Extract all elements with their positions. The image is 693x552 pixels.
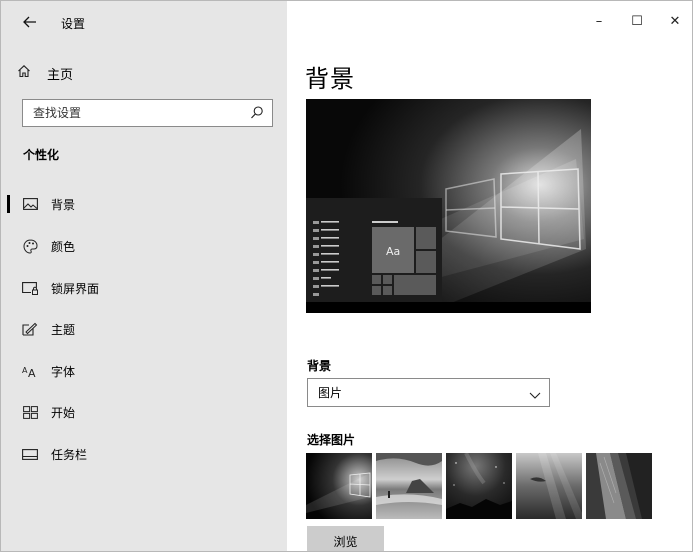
sidebar-item-start[interactable]: 开始: [1, 395, 287, 429]
sidebar-item-label: 锁屏界面: [51, 281, 100, 296]
picture-thumbnails: [306, 453, 652, 519]
sidebar-item-colors[interactable]: 颜色: [1, 229, 287, 263]
thumbnail-night-sky[interactable]: [446, 453, 512, 519]
main-content: – ☐ ✕ 背景 Aa 背景 图片 选择图片 浏览: [287, 1, 692, 551]
sidebar-item-label: 任务栏: [51, 447, 88, 462]
sidebar-item-label: 开始: [51, 405, 76, 420]
sidebar-item-label: 背景: [51, 197, 76, 212]
font-icon: AA: [21, 362, 39, 380]
sidebar-item-label: 主题: [51, 322, 76, 337]
minimize-icon: –: [595, 13, 603, 29]
close-icon: ✕: [669, 13, 681, 29]
select-value: 图片: [318, 386, 343, 400]
back-arrow-icon[interactable]: [19, 11, 41, 33]
chevron-down-icon: [529, 386, 541, 399]
sidebar-item-home[interactable]: 主页: [17, 61, 267, 85]
choose-picture-label: 选择图片: [307, 433, 356, 447]
title-bar-left: 设置: [1, 1, 287, 41]
sidebar-item-label: 颜色: [51, 239, 76, 254]
section-title: 个性化: [23, 148, 60, 162]
theme-brush-icon: [21, 320, 39, 338]
svg-text:A: A: [28, 367, 36, 378]
window-controls: – ☐ ✕: [580, 1, 692, 41]
lock-screen-icon: [21, 279, 39, 297]
browse-button[interactable]: 浏览: [307, 526, 384, 551]
search-icon[interactable]: [250, 105, 264, 121]
thumbnail-beach-person[interactable]: [376, 453, 442, 519]
sidebar-item-label: 主页: [47, 67, 74, 83]
sidebar-item-lock-screen[interactable]: 锁屏界面: [1, 271, 287, 305]
thumbnail-windows-light[interactable]: [306, 453, 372, 519]
thumbnail-underwater-rays[interactable]: [516, 453, 582, 519]
settings-window: 设置 主页 个性化 背景 颜色: [0, 0, 693, 552]
start-icon: [21, 403, 39, 421]
home-icon: [17, 64, 37, 82]
page-title: 背景: [305, 65, 355, 93]
sidebar-item-fonts[interactable]: AA 字体: [1, 354, 287, 388]
sidebar: 设置 主页 个性化 背景 颜色: [1, 1, 287, 551]
search-input[interactable]: [23, 106, 238, 120]
background-type-select[interactable]: 图片: [307, 378, 550, 407]
picture-icon: [21, 195, 39, 213]
thumbnail-rock-texture[interactable]: [586, 453, 652, 519]
app-title: 设置: [61, 17, 86, 31]
search-field[interactable]: [22, 99, 273, 127]
palette-icon: [21, 237, 39, 255]
background-label: 背景: [307, 359, 332, 373]
sidebar-item-background[interactable]: 背景: [1, 187, 287, 221]
minimize-button[interactable]: –: [580, 1, 618, 41]
sidebar-item-themes[interactable]: 主题: [1, 312, 287, 346]
preview-tile-text: Aa: [386, 245, 400, 258]
maximize-icon: ☐: [631, 13, 643, 29]
sidebar-item-taskbar[interactable]: 任务栏: [1, 437, 287, 471]
close-button[interactable]: ✕: [656, 1, 692, 41]
sidebar-item-label: 字体: [51, 364, 76, 379]
taskbar-icon: [21, 445, 39, 463]
maximize-button[interactable]: ☐: [618, 1, 656, 41]
background-preview: Aa: [306, 99, 591, 313]
